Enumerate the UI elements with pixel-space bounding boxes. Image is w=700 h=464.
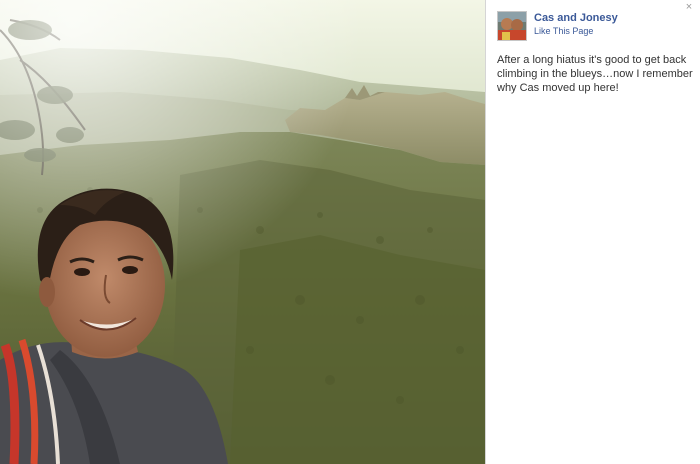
photo-caption: After a long hiatus it's good to get bac… xyxy=(497,54,693,94)
photo[interactable] xyxy=(0,0,485,464)
photo-sidebar: × Cas and Jonesy Like This Page After a … xyxy=(485,0,700,464)
page-avatar[interactable] xyxy=(497,11,527,41)
like-page-link[interactable]: Like This Page xyxy=(534,26,618,37)
photo-image xyxy=(0,0,485,464)
photo-viewer: × Cas and Jonesy Like This Page After a … xyxy=(0,0,700,464)
page-meta: Cas and Jonesy Like This Page xyxy=(534,12,618,37)
close-icon[interactable]: × xyxy=(684,2,694,13)
page-name-link[interactable]: Cas and Jonesy xyxy=(534,12,618,25)
page-header: Cas and Jonesy Like This Page xyxy=(497,11,618,41)
